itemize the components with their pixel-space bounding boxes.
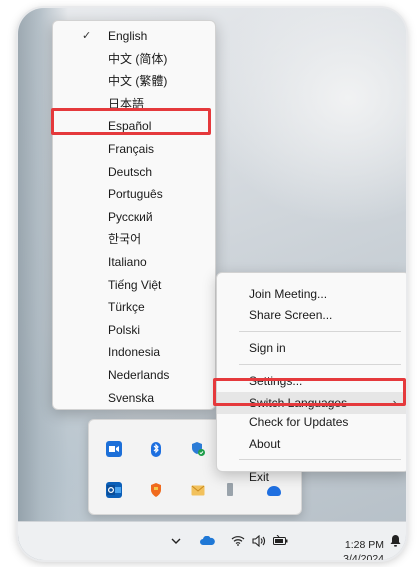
language-item-chinese-simplified[interactable]: 中文 (简体)	[53, 48, 215, 71]
language-item-russian[interactable]: Русский	[53, 206, 215, 229]
wifi-icon[interactable]	[228, 521, 248, 560]
onedrive-icon[interactable]	[196, 521, 218, 560]
menu-label: Exit	[249, 470, 270, 484]
language-item-spanish[interactable]: Español	[53, 115, 215, 138]
language-item-korean[interactable]: 한국어	[53, 228, 215, 251]
language-item-polish[interactable]: Polski	[53, 319, 215, 342]
bell-icon[interactable]	[386, 521, 404, 560]
taskbar-clock[interactable]: 1:28 PM 3/4/2024	[332, 538, 384, 560]
menu-item-check-for-updates[interactable]: Check for Updates	[217, 411, 406, 433]
menu-item-share-screen[interactable]: Share Screen...	[217, 304, 406, 326]
menu-item-exit[interactable]: Exit	[217, 466, 406, 486]
language-item-japanese[interactable]: 日本語	[53, 93, 215, 116]
security-badge-icon[interactable]	[148, 482, 164, 498]
menu-label: Sign in	[249, 341, 286, 355]
language-label: Polski	[108, 322, 141, 337]
bluetooth-icon[interactable]	[148, 441, 164, 457]
language-label: Français	[108, 141, 155, 156]
defender-shield-icon[interactable]	[190, 441, 206, 457]
language-label: Svenska	[108, 390, 155, 405]
language-label: Português	[108, 187, 163, 202]
language-label: Türkçe	[108, 300, 145, 315]
language-label: Deutsch	[108, 164, 153, 179]
language-item-german[interactable]: Deutsch	[53, 161, 215, 184]
menu-label: Check for Updates	[249, 415, 349, 429]
language-label: Nederlands	[108, 367, 170, 382]
chevron-up-icon[interactable]	[166, 521, 186, 560]
clock-date: 3/4/2024	[343, 553, 384, 560]
screenshot-frame: ✓ English 中文 (简体) 中文 (繁體) 日本語 Español Fr…	[18, 8, 406, 560]
language-label: English	[108, 29, 148, 43]
mail-icon[interactable]	[190, 482, 206, 498]
menu-label: Switch Languages	[249, 396, 348, 410]
menu-item-join-meeting[interactable]: Join Meeting...	[217, 283, 406, 305]
language-item-chinese-traditional[interactable]: 中文 (繁體)	[53, 70, 215, 93]
language-label: 한국어	[108, 232, 142, 247]
menu-item-about[interactable]: About	[217, 433, 406, 455]
speaker-icon[interactable]	[249, 521, 269, 560]
language-item-swedish[interactable]: Svenska	[53, 387, 215, 410]
outlook-icon[interactable]	[106, 482, 122, 498]
language-label: 中文 (繁體)	[108, 74, 168, 89]
language-label: Indonesia	[108, 345, 161, 360]
language-item-vietnamese[interactable]: Tiếng Việt	[53, 274, 215, 297]
language-label: 中文 (简体)	[108, 51, 168, 66]
language-item-portuguese[interactable]: Português	[53, 183, 215, 206]
menu-label: About	[249, 437, 281, 451]
language-label: 日本語	[108, 96, 145, 111]
language-label: Español	[108, 119, 152, 134]
language-item-dutch[interactable]: Nederlands	[53, 364, 215, 387]
language-item-italian[interactable]: Italiano	[53, 251, 215, 274]
language-item-french[interactable]: Français	[53, 138, 215, 161]
checkmark-icon: ✓	[82, 30, 92, 42]
language-label: Русский	[108, 209, 153, 224]
menu-label: Share Screen...	[249, 308, 333, 322]
zoom-icon[interactable]	[106, 441, 122, 457]
language-item-indonesian[interactable]: Indonesia	[53, 341, 215, 364]
menu-separator	[239, 364, 401, 365]
menu-label: Settings...	[249, 374, 303, 388]
language-item-english[interactable]: ✓ English	[53, 25, 215, 48]
app-icon-blue[interactable]	[267, 486, 281, 496]
app-context-menu: Join Meeting... Share Screen... Sign in …	[216, 272, 406, 484]
menu-item-sign-in[interactable]: Sign in	[217, 337, 406, 359]
clock-time: 1:28 PM	[344, 539, 384, 551]
menu-label: Join Meeting...	[249, 287, 328, 301]
language-submenu: ✓ English 中文 (简体) 中文 (繁體) 日本語 Español Fr…	[52, 20, 216, 410]
language-label: Italiano	[108, 254, 147, 269]
language-label: Tiếng Việt	[108, 277, 162, 292]
menu-separator	[239, 331, 401, 332]
battery-icon[interactable]	[270, 521, 290, 560]
language-item-turkish[interactable]: Türkçe	[53, 296, 215, 319]
menu-item-settings[interactable]: Settings...	[217, 370, 406, 392]
menu-separator	[239, 459, 401, 460]
